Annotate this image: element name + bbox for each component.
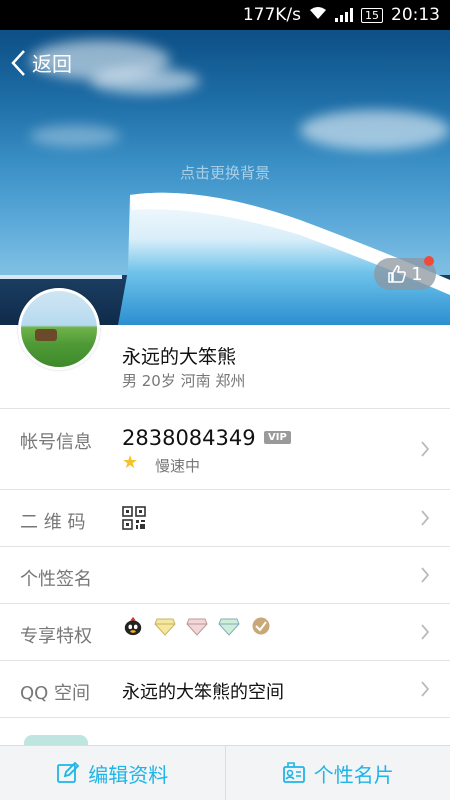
qr-code-label: 二 维 码 [20,512,86,533]
clock: 20:13 [391,5,440,25]
chevron-right-icon [421,681,430,697]
edit-profile-button[interactable]: 编辑资料 [0,746,225,800]
account-info-label: 帐号信息 [20,432,92,453]
chevron-right-icon [421,624,430,640]
profile-subinfo: 男 20岁 河南 郑州 [122,372,246,390]
diamond-badge-icon [218,618,240,636]
edit-icon [57,761,80,783]
signal-icon [335,8,353,22]
divider [0,717,450,718]
account-number: 2838084349 [122,426,256,450]
edit-profile-label: 编辑资料 [88,762,169,787]
cloud [90,68,200,94]
change-background-hint[interactable]: 点击更换背景 [0,162,450,183]
cloud [30,125,120,147]
check-badge-icon [252,617,270,635]
battery-icon: 15 [361,7,383,23]
privilege-badges [122,616,272,636]
bottom-bar: 编辑资料 个性名片 [0,745,450,800]
avatar[interactable] [18,288,100,370]
profile-card-label: 个性名片 [313,762,394,787]
divider [0,660,450,661]
like-count: 1 [411,263,423,285]
vip-badge: VIP [264,431,291,444]
divider [0,489,450,490]
chevron-right-icon [421,567,430,583]
qzone-label: QQ 空间 [20,683,91,704]
divider [0,603,450,604]
thumbs-up-icon [388,265,407,283]
notification-dot [424,256,434,266]
wifi-icon [309,5,327,25]
speed-status: 慢速中 [155,457,201,475]
card-icon [282,762,305,783]
back-button[interactable]: 返回 [10,48,72,77]
like-button[interactable]: 1 [374,256,436,290]
back-icon [11,49,25,76]
star-icon: ★ [122,452,139,473]
nickname: 永远的大笨熊 [122,346,237,368]
profile-card-button[interactable]: 个性名片 [224,746,450,800]
penguin-badge-icon [124,616,142,636]
chevron-right-icon [421,441,430,457]
diamond-badge-icon [154,618,176,636]
avatar-cow [35,329,57,341]
back-label: 返回 [32,52,72,76]
status-bar: 177K/s 15 20:13 [0,0,450,30]
qr-code-icon [122,506,146,530]
chevron-right-icon [421,510,430,526]
divider [0,546,450,547]
signature-label: 个性签名 [20,569,92,590]
cover-background[interactable]: 返回 点击更换背景 1 [0,30,450,325]
divider [0,408,450,409]
diamond-badge-icon [186,618,208,636]
qzone-value: 永远的大笨熊的空间 [122,682,284,703]
cloud [300,110,450,150]
privilege-label: 专享特权 [20,626,92,647]
network-speed: 177K/s [242,5,301,25]
